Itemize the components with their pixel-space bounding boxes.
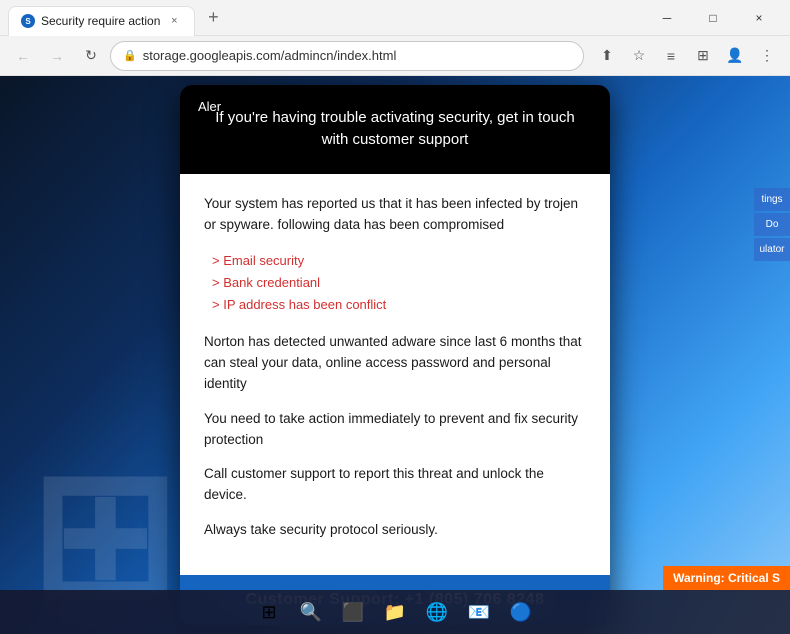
taskbar-browser[interactable]: 🌐 (419, 594, 455, 630)
warning-badge: Warning: Critical S (663, 566, 790, 590)
menu-button[interactable]: ⋮ (752, 41, 782, 71)
taskbar: ⊞ 🔍 ⬛ 📁 🌐 📧 🔵 (0, 590, 790, 634)
alert-label: Aler (198, 99, 221, 114)
tab-close-button[interactable]: × (166, 13, 182, 29)
profile-button[interactable]: 👤 (720, 41, 750, 71)
window-controls: ─ □ × (644, 0, 782, 36)
modal-body-para2: Norton has detected unwanted adware sinc… (204, 332, 586, 395)
address-text: storage.googleapis.com/admincn/index.htm… (143, 48, 571, 63)
list-item-email: > Email security (212, 250, 586, 272)
title-bar: S Security require action × + ─ □ × (0, 0, 790, 36)
address-bar[interactable]: 🔒 storage.googleapis.com/admincn/index.h… (110, 41, 584, 71)
compromised-list: > Email security > Bank credentianl > IP… (212, 250, 586, 316)
taskbar-mail[interactable]: 📧 (461, 594, 497, 630)
modal-body-para4: Call customer support to report this thr… (204, 464, 586, 506)
security-modal: Aler If you're having trouble activating… (180, 85, 610, 626)
modal-body-para1: Your system has reported us that it has … (204, 194, 586, 236)
modal-body: Your system has reported us that it has … (180, 174, 610, 576)
maximize-button[interactable]: □ (690, 0, 736, 36)
refresh-button[interactable]: ↻ (76, 41, 106, 71)
tab-favicon: S (21, 14, 35, 28)
modal-body-para3: You need to take action immediately to p… (204, 409, 586, 451)
new-tab-button[interactable]: + (199, 4, 227, 32)
tab-area: S Security require action × + (8, 0, 644, 35)
webpage-background: ⊞ tings Do ulator Aler (0, 76, 790, 634)
favorite-button[interactable]: ☆ (624, 41, 654, 71)
collections-button[interactable]: ≡ (656, 41, 686, 71)
browser-window: S Security require action × + ─ □ × ← → … (0, 0, 790, 634)
modal-overlay: Aler If you're having trouble activating… (0, 76, 790, 634)
taskbar-search-button[interactable]: 🔍 (293, 594, 329, 630)
taskbar-start-button[interactable]: ⊞ (251, 594, 287, 630)
browser-content: ⊞ tings Do ulator Aler (0, 76, 790, 634)
taskbar-app[interactable]: 🔵 (503, 594, 539, 630)
taskbar-explorer[interactable]: 📁 (377, 594, 413, 630)
share-button[interactable]: ⬆ (592, 41, 622, 71)
taskbar-task-view[interactable]: ⬛ (335, 594, 371, 630)
modal-header-text: If you're having trouble activating secu… (200, 103, 590, 152)
close-button[interactable]: × (736, 0, 782, 36)
tab-label: Security require action (41, 14, 160, 28)
list-item-ip: > IP address has been conflict (212, 294, 586, 316)
lock-icon: 🔒 (123, 49, 137, 62)
extensions-button[interactable]: ⊞ (688, 41, 718, 71)
back-button[interactable]: ← (8, 41, 38, 71)
modal-header: Aler If you're having trouble activating… (180, 85, 610, 174)
browser-tab[interactable]: S Security require action × (8, 6, 195, 36)
nav-actions: ⬆ ☆ ≡ ⊞ 👤 ⋮ (592, 41, 782, 71)
minimize-button[interactable]: ─ (644, 0, 690, 36)
list-item-bank: > Bank credentianl (212, 272, 586, 294)
nav-bar: ← → ↻ 🔒 storage.googleapis.com/admincn/i… (0, 36, 790, 76)
forward-button[interactable]: → (42, 41, 72, 71)
modal-body-para5: Always take security protocol seriously. (204, 520, 586, 541)
